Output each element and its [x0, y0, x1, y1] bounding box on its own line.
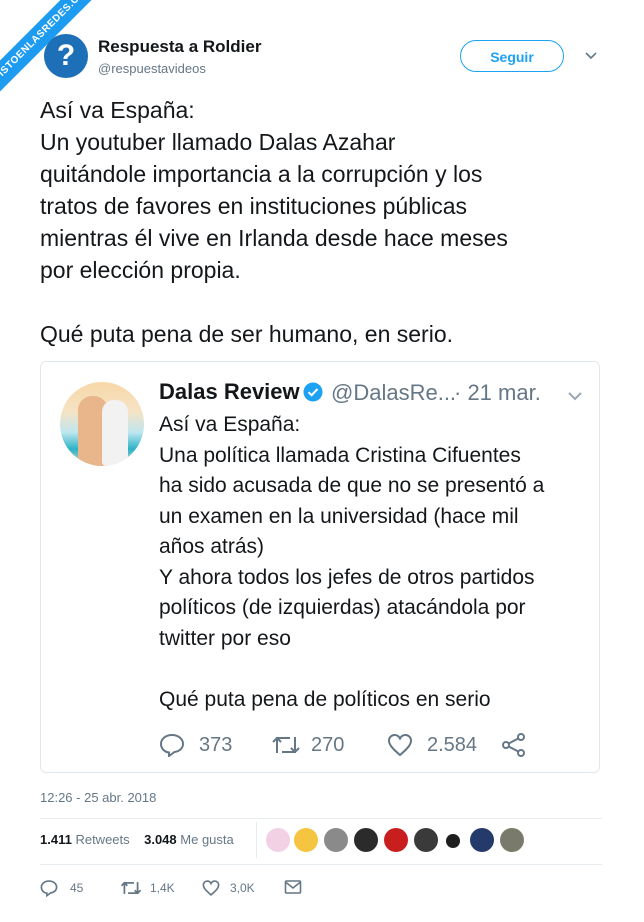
- heart-icon: [202, 880, 220, 897]
- quoted-line: Una política llamada Cristina Cifuentes: [159, 443, 521, 467]
- liker-avatar[interactable]: [294, 828, 318, 852]
- quoted-line: [159, 654, 589, 685]
- stats-divider: [256, 822, 257, 858]
- author-handle[interactable]: @respuestavideos: [98, 61, 206, 76]
- reply-count: 45: [70, 881, 84, 895]
- quoted-avatar[interactable]: [60, 382, 144, 466]
- chevron-down-icon[interactable]: [584, 48, 598, 62]
- retweet-count: 1,4K: [150, 881, 175, 895]
- envelope-icon: [284, 880, 302, 894]
- quoted-line: Así va España:: [159, 413, 301, 436]
- tweet-line: Así va España:: [40, 97, 195, 123]
- quoted-line: Y ahora todos los jefes de otros partido…: [159, 565, 535, 589]
- verified-badge-icon: [303, 382, 323, 402]
- retweet-icon: [120, 881, 142, 895]
- share-icon: [502, 733, 525, 757]
- quoted-line: twitter por eso: [159, 626, 291, 650]
- like-count: 3,0K: [230, 881, 255, 895]
- quoted-line: un examen en la universidad (hace mil: [159, 504, 519, 528]
- quoted-line: políticos (de izquierdas) atacándola por: [159, 596, 526, 619]
- tweet-line: [40, 286, 620, 318]
- quoted-author-name[interactable]: Dalas Review: [159, 379, 300, 405]
- quoted-reply-count: 373: [199, 734, 233, 756]
- liker-avatar[interactable]: [470, 828, 494, 852]
- liker-avatar[interactable]: [446, 834, 460, 848]
- quoted-retweet-count: 270: [311, 734, 345, 756]
- liker-avatar[interactable]: [266, 828, 290, 852]
- reply-icon: [159, 733, 185, 757]
- tweet-line: por elección propia.: [40, 257, 241, 283]
- tweet-stats: 1.411 Retweets 3.048 Me gusta: [40, 832, 234, 847]
- quoted-date[interactable]: · 21 mar.: [454, 380, 541, 406]
- reply-icon: [40, 880, 58, 897]
- divider: [40, 864, 602, 865]
- tweet-text: Así va España: Un youtuber llamado Dalas…: [40, 94, 620, 350]
- tweet-line: Un youtuber llamado Dalas Azahar: [40, 129, 396, 155]
- liker-avatar[interactable]: [500, 828, 524, 852]
- chevron-down-icon[interactable]: [567, 390, 583, 402]
- quoted-like-count: 2.584: [427, 734, 478, 756]
- tweet-line: Qué puta pena de ser humano, en serio.: [40, 321, 454, 347]
- tweet-timestamp[interactable]: 12:26 - 25 abr. 2018: [40, 790, 156, 805]
- follow-button[interactable]: Seguir: [460, 40, 564, 72]
- quoted-text: Así va España: Una política llamada Cris…: [159, 410, 589, 715]
- tweet-header: ? Respuesta a Roldier @respuestavideos S…: [0, 0, 644, 90]
- author-avatar[interactable]: ?: [44, 34, 88, 78]
- tweet-line: quitándole importancia a la corrupción y…: [40, 161, 483, 187]
- divider: [40, 818, 602, 819]
- quoted-line: ha sido acusada de que no se presentó a: [159, 474, 545, 497]
- retweets-stat[interactable]: 1.411 Retweets: [40, 832, 130, 847]
- quoted-tweet[interactable]: Dalas Review @DalasRe... · 21 mar. Así v…: [40, 361, 600, 773]
- liker-avatar[interactable]: [354, 828, 378, 852]
- liker-avatar[interactable]: [324, 828, 348, 852]
- quoted-author-handle[interactable]: @DalasRe...: [331, 380, 456, 406]
- retweet-icon: [272, 736, 300, 754]
- tweet-line: tratos de favores en instituciones públi…: [40, 193, 468, 219]
- quoted-line: años atrás): [159, 535, 265, 558]
- heart-icon: [387, 733, 413, 757]
- tweet-line: mientras él vive en Irlanda desde hace m…: [40, 225, 508, 251]
- liker-avatar[interactable]: [414, 828, 438, 852]
- quoted-line: Qué puta pena de políticos en serio: [159, 687, 491, 711]
- author-name[interactable]: Respuesta a Roldier: [98, 37, 261, 57]
- liker-avatar[interactable]: [384, 828, 408, 852]
- likes-stat[interactable]: 3.048 Me gusta: [144, 832, 234, 847]
